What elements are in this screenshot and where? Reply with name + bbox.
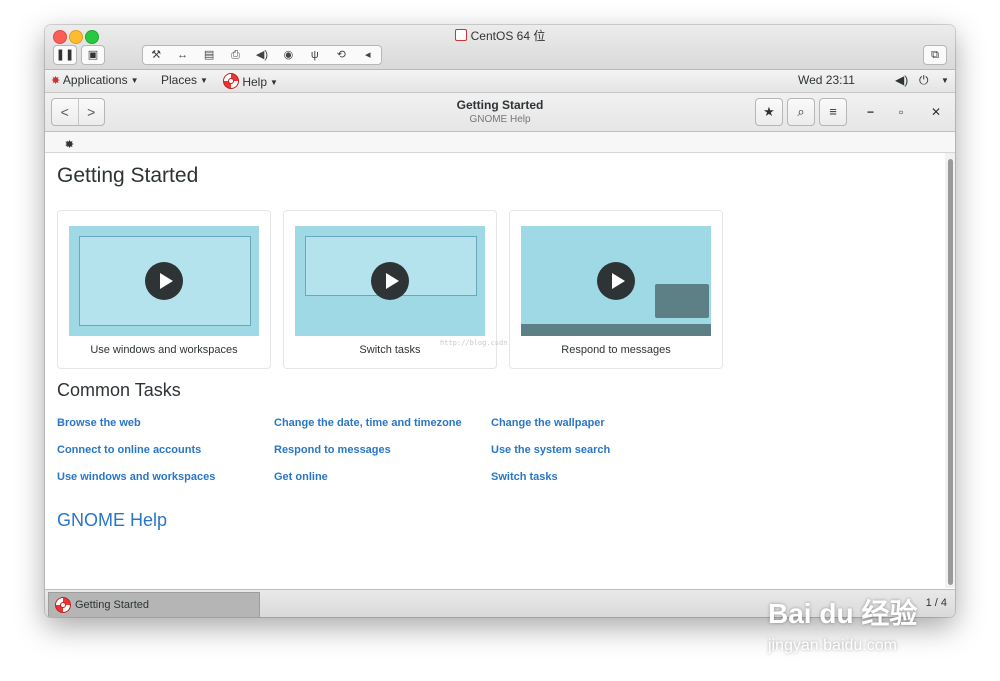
- disk-icon[interactable]: ▤: [196, 46, 222, 64]
- task-link[interactable]: Change the date, time and timezone: [274, 417, 462, 429]
- card-caption: Use windows and workspaces: [90, 344, 238, 356]
- vm-device-toolbar: ⚒ ↔ ▤ ⎙ ◀) ◉ ψ ⟲ ◂: [142, 45, 382, 65]
- task-link[interactable]: Switch tasks: [491, 471, 558, 483]
- more-icon[interactable]: ◂: [355, 46, 381, 64]
- play-icon[interactable]: [145, 262, 183, 300]
- volume-icon[interactable]: ◀): [895, 73, 908, 87]
- minimize-button[interactable]: −: [867, 105, 874, 119]
- video-card-windows[interactable]: Use windows and workspaces: [57, 210, 271, 369]
- gnome-help-link[interactable]: GNOME Help: [57, 510, 167, 531]
- search-button[interactable]: ⌕: [787, 98, 815, 126]
- chevron-down-icon: ▼: [200, 76, 208, 85]
- network-icon[interactable]: ↔: [169, 46, 195, 64]
- printer-icon[interactable]: ⎙: [222, 46, 248, 64]
- breadcrumb: ✸ »: [45, 132, 955, 153]
- vm-toolbar: CentOS 64 位 ❚❚ ▣ ⚒ ↔ ▤ ⎙ ◀) ◉ ψ ⟲ ◂ ⧉: [45, 25, 955, 70]
- power-icon[interactable]: ⏻: [919, 73, 929, 88]
- snapshot-button[interactable]: ▣: [81, 45, 105, 65]
- gnome-foot-icon: ✸: [51, 75, 61, 87]
- taskbar-mockup: [521, 324, 711, 336]
- settings-wrench-icon[interactable]: ⚒: [143, 46, 169, 64]
- chevron-down-icon: ▼: [130, 76, 139, 85]
- camera-icon[interactable]: ◉: [275, 46, 301, 64]
- help-lifebuoy-icon: [55, 597, 71, 613]
- hamburger-icon: ≡: [829, 104, 837, 119]
- card-caption: Respond to messages: [561, 344, 671, 356]
- task-getting-started[interactable]: Getting Started: [48, 592, 260, 617]
- help-page: Getting Started Use windows and workspac…: [45, 153, 945, 588]
- fullscreen-button[interactable]: ⧉: [923, 45, 947, 65]
- chevron-down-icon: ▼: [270, 78, 278, 87]
- task-link[interactable]: Use the system search: [491, 444, 610, 456]
- scrollbar[interactable]: [945, 153, 955, 588]
- video-card-messages[interactable]: Respond to messages: [509, 210, 723, 369]
- close-button[interactable]: ✕: [931, 105, 941, 119]
- page-title: Getting Started: [57, 164, 199, 187]
- video-thumbnail: [69, 226, 259, 336]
- baidu-watermark: Bai du 经验: [768, 598, 918, 629]
- maximize-button[interactable]: ▫: [899, 105, 903, 119]
- video-thumbnail: [295, 226, 485, 336]
- task-link[interactable]: Use windows and workspaces: [57, 471, 215, 483]
- task-link[interactable]: Get online: [274, 471, 328, 483]
- baidu-site-watermark: jingyan.baidu.com: [768, 637, 897, 654]
- task-link[interactable]: Browse the web: [57, 417, 141, 429]
- task-link[interactable]: Change the wallpaper: [491, 417, 605, 429]
- places-menu[interactable]: Places ▼: [161, 73, 208, 87]
- applications-menu[interactable]: ✸ Applications ▼: [51, 73, 139, 87]
- help-header-bar: < > Getting Started GNOME Help ★ ⌕ ≡ − ▫…: [45, 93, 955, 132]
- clock[interactable]: Wed 23:11: [798, 73, 855, 87]
- search-icon: ⌕: [797, 104, 805, 119]
- task-link[interactable]: Connect to online accounts: [57, 444, 201, 456]
- share-icon[interactable]: ⟲: [328, 46, 354, 64]
- notification-mockup: [655, 284, 709, 318]
- star-icon: ★: [763, 104, 775, 119]
- task-link[interactable]: Respond to messages: [274, 444, 391, 456]
- menu-button[interactable]: ≡: [819, 98, 847, 126]
- pause-button[interactable]: ❚❚: [53, 45, 77, 65]
- help-app-menu[interactable]: Help ▼: [223, 73, 278, 89]
- bookmark-button[interactable]: ★: [755, 98, 783, 126]
- play-icon[interactable]: [597, 262, 635, 300]
- chevron-down-icon[interactable]: ▼: [938, 73, 949, 87]
- vm-window: CentOS 64 位 ❚❚ ▣ ⚒ ↔ ▤ ⎙ ◀) ◉ ψ ⟲ ◂ ⧉ ✸ …: [45, 25, 955, 617]
- help-lifebuoy-icon: [223, 73, 239, 89]
- gnome-top-bar: ✸ Applications ▼ Places ▼ Help ▼ Wed 23:11 …: [45, 70, 955, 93]
- scrollbar-thumb[interactable]: [948, 159, 953, 585]
- video-thumbnail: [521, 226, 711, 336]
- usb-icon[interactable]: ψ: [302, 46, 328, 64]
- video-card-switch-tasks[interactable]: Switch tasks http://blog.csdn.net/lishi_…: [283, 210, 562, 369]
- vm-title: CentOS 64 位: [45, 27, 955, 44]
- common-tasks-heading: Common Tasks: [57, 380, 181, 400]
- workspace-pager[interactable]: 1 / 4: [926, 597, 947, 609]
- play-icon[interactable]: [371, 262, 409, 300]
- sound-icon[interactable]: ◀): [249, 46, 275, 64]
- vm-icon: [454, 29, 467, 41]
